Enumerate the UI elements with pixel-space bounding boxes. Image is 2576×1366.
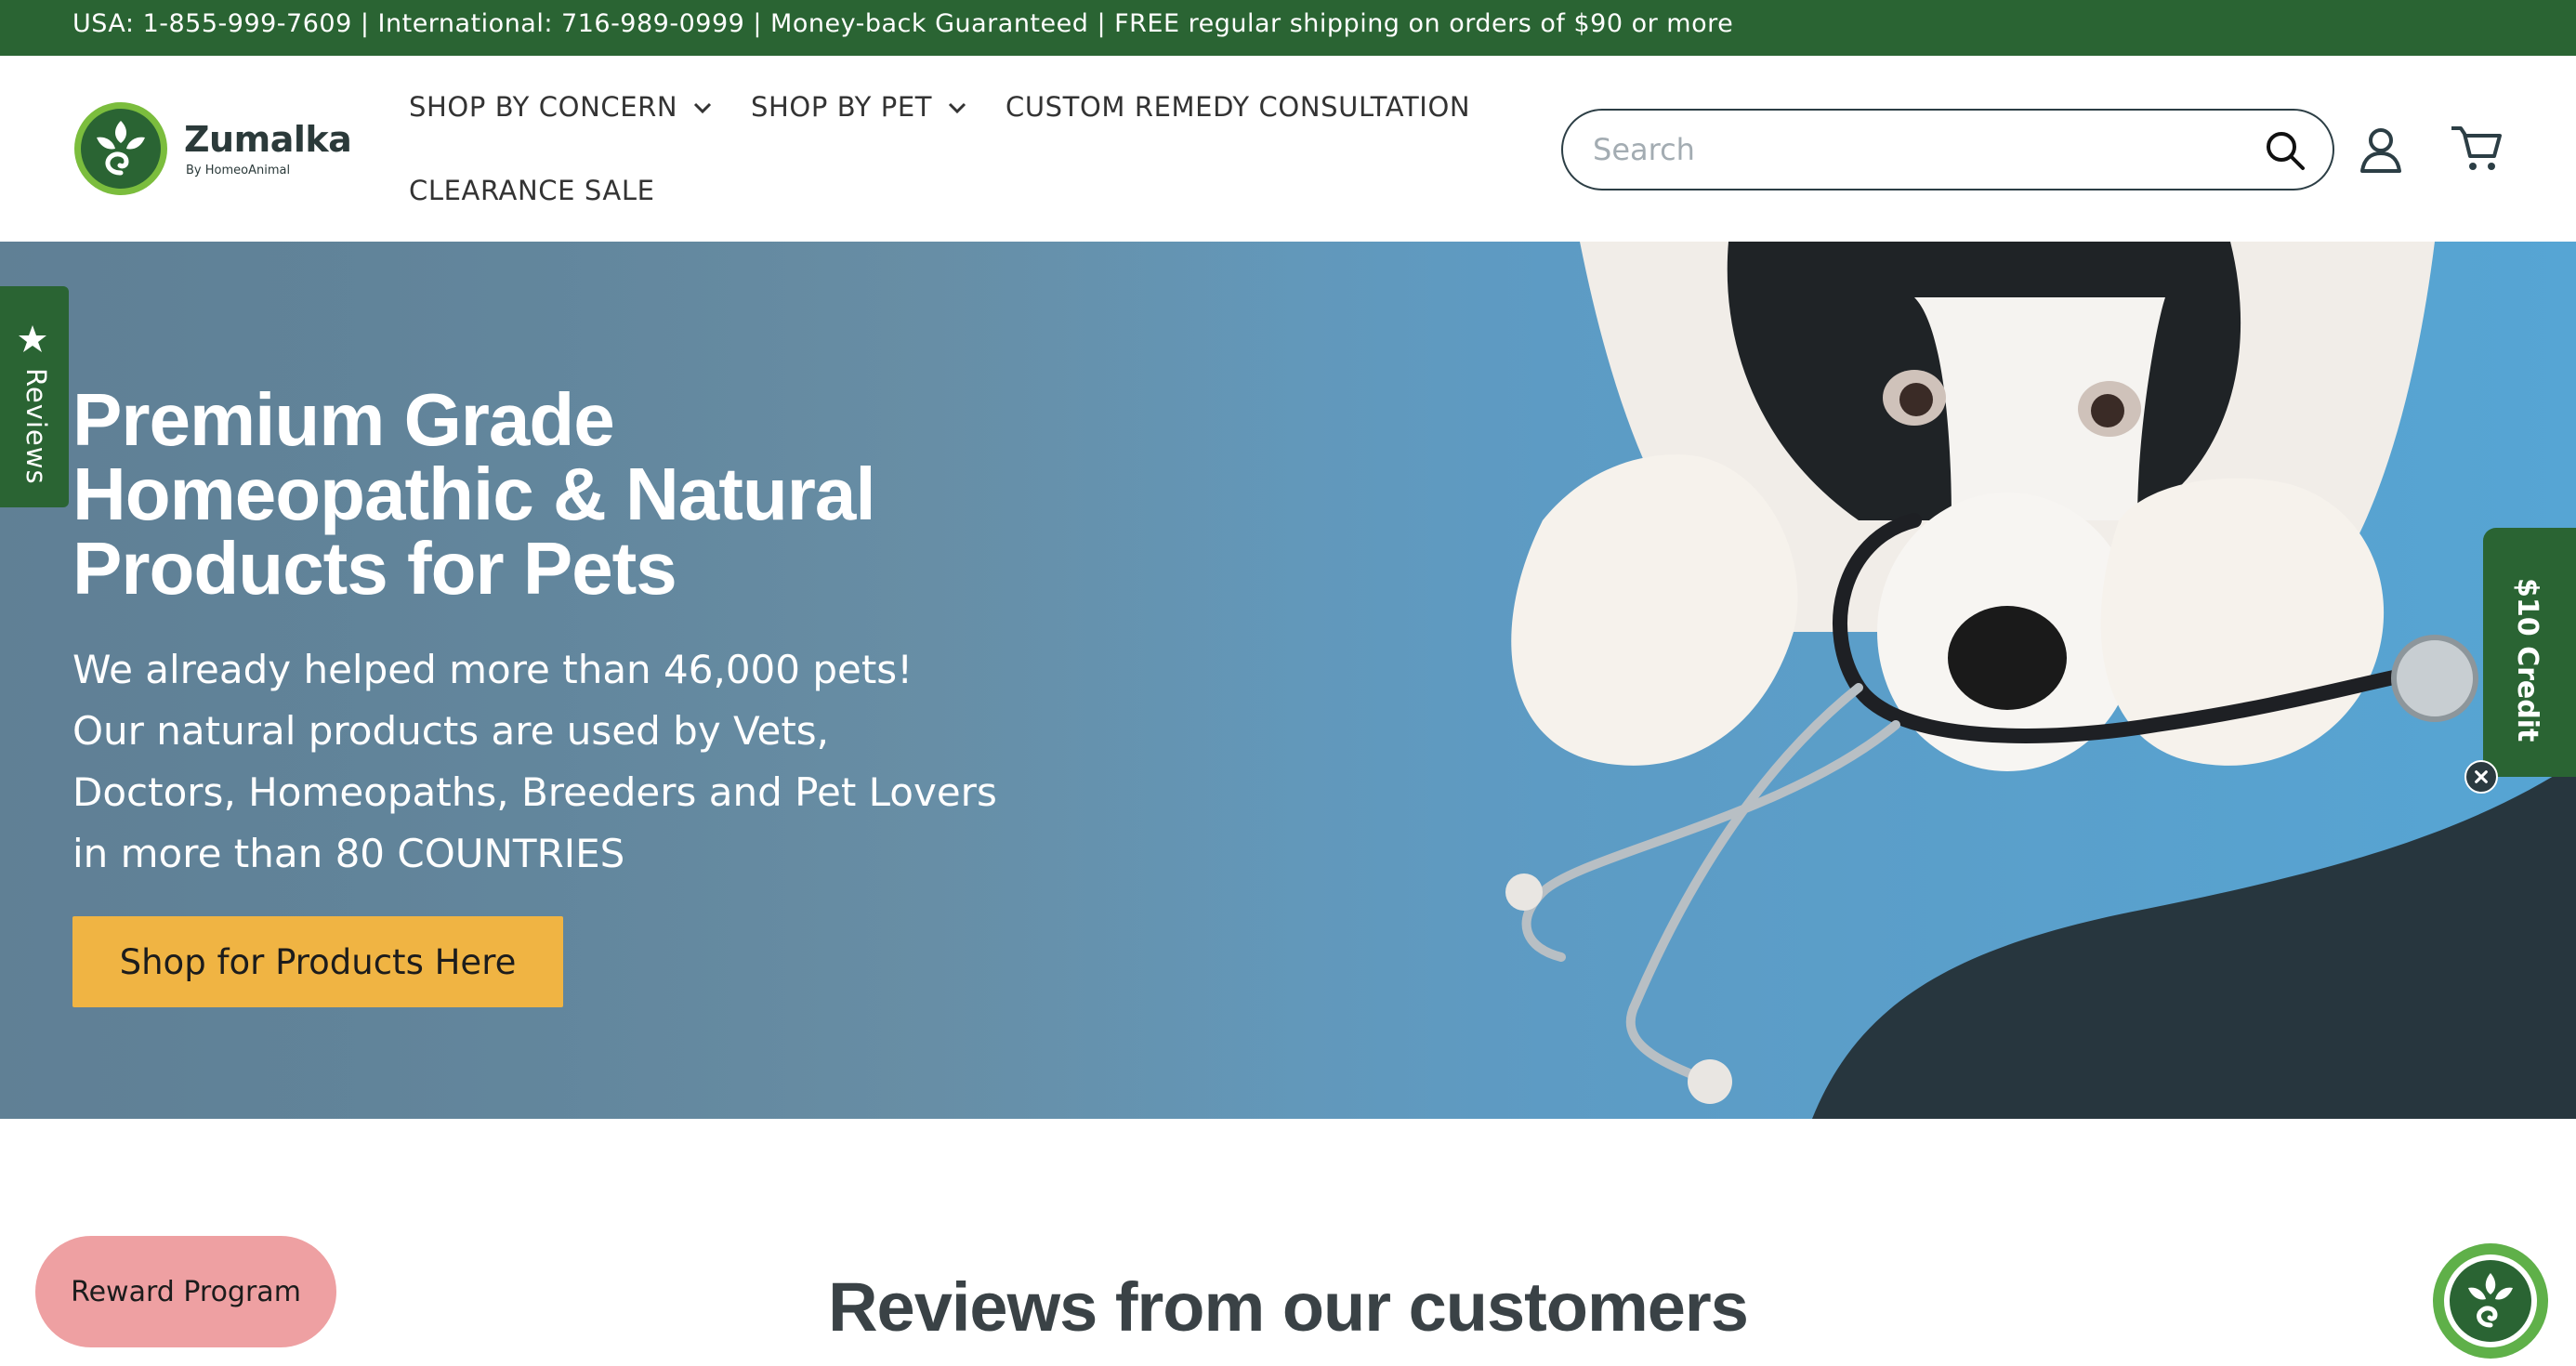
brand-logo[interactable]: Zumalka By HomeoAnimal bbox=[72, 100, 352, 204]
reviews-side-tab[interactable]: Reviews bbox=[0, 286, 69, 507]
site-header: Zumalka By HomeoAnimal SHOP BY CONCERN S… bbox=[0, 56, 2576, 242]
reviews-tab-label: Reviews bbox=[20, 368, 52, 485]
chat-launcher[interactable] bbox=[2433, 1243, 2548, 1359]
hero-subtitle: We already helped more than 46,000 pets!… bbox=[72, 639, 1095, 885]
announcement-bar: USA: 1-855-999-7609 | International: 716… bbox=[0, 0, 2576, 56]
search-icon[interactable] bbox=[2264, 129, 2307, 172]
hero-title: Premium Grade Homeopathic & Natural Prod… bbox=[72, 378, 876, 610]
chevron-down-icon bbox=[694, 102, 712, 114]
credit-tab-label: $10 Credit bbox=[2511, 578, 2543, 742]
nav-custom-remedy-consultation[interactable]: CUSTOM REMEDY CONSULTATION bbox=[1005, 91, 1470, 123]
reward-program-button[interactable]: Reward Program bbox=[35, 1236, 336, 1347]
hero-subtitle-line: We already helped more than 46,000 pets! bbox=[72, 647, 913, 692]
account-icon[interactable] bbox=[2359, 126, 2403, 175]
nav-label: SHOP BY PET bbox=[751, 91, 933, 123]
hero-subtitle-line: Doctors, Homeopaths, Breeders and Pet Lo… bbox=[72, 769, 997, 815]
nav-label: SHOP BY CONCERN bbox=[409, 91, 678, 123]
logo-leaf-icon bbox=[74, 102, 167, 195]
close-icon[interactable] bbox=[2464, 760, 2498, 794]
shop-products-button[interactable]: Shop for Products Here bbox=[72, 916, 563, 1007]
cart-icon[interactable] bbox=[2450, 123, 2504, 175]
nav-shop-by-pet[interactable]: SHOP BY PET bbox=[751, 91, 969, 123]
hero-subtitle-line: Our natural products are used by Vets, bbox=[72, 708, 830, 754]
hero-subtitle-line: in more than 80 COUNTRIES bbox=[72, 831, 625, 876]
search-bar bbox=[1561, 109, 2334, 190]
brand-subtitle: By HomeoAnimal bbox=[186, 164, 291, 177]
chevron-down-icon bbox=[949, 102, 966, 114]
credit-side-tab[interactable]: $10 Credit bbox=[2483, 528, 2576, 777]
search-input[interactable] bbox=[1593, 124, 2225, 176]
leaf-logo-icon bbox=[2435, 1245, 2546, 1357]
star-icon bbox=[19, 325, 46, 352]
nav-clearance-sale[interactable]: CLEARANCE SALE bbox=[409, 175, 655, 206]
nav-shop-by-concern[interactable]: SHOP BY CONCERN bbox=[409, 91, 715, 123]
hero-banner: Premium Grade Homeopathic & Natural Prod… bbox=[0, 242, 2576, 1119]
reviews-section-heading: Reviews from our customers bbox=[828, 1268, 1749, 1346]
brand-name: Zumalka bbox=[184, 119, 352, 160]
